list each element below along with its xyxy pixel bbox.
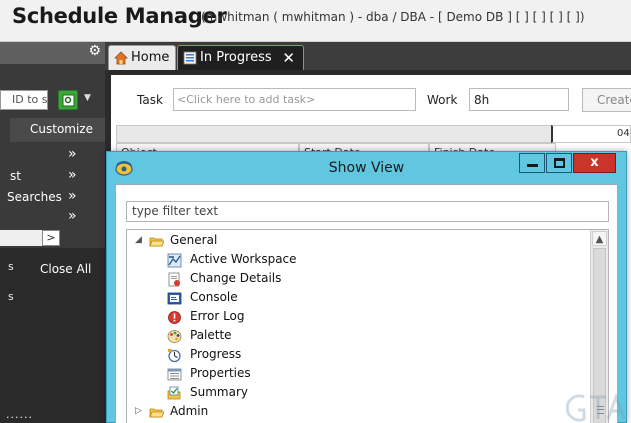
tree-node-label: General (170, 233, 218, 247)
gear-icon[interactable]: ⚙ (88, 43, 101, 59)
change-details-icon (168, 272, 180, 287)
open-folder-icon (149, 408, 164, 418)
maximize-icon (554, 158, 565, 168)
left-panel: ⚙ ID to s ▼ Customize » st » Searches » … (0, 42, 105, 423)
tab-home[interactable]: Home (108, 45, 176, 70)
task-label: Task (137, 93, 163, 107)
left-lower-text: s (8, 260, 14, 273)
left-panel-toolbar: ⚙ (0, 42, 105, 64)
grid-header-bar (116, 125, 556, 143)
tree-node-label: Admin (170, 404, 209, 418)
left-nav-item[interactable]: » (0, 208, 105, 228)
search-icon (62, 94, 75, 107)
scroll-up-icon[interactable]: ▲ (592, 231, 607, 246)
chevron-right-icon[interactable]: > (42, 230, 60, 246)
tree-item-label: Error Log (190, 309, 245, 323)
close-icon[interactable]: ✕ (282, 49, 295, 67)
close-all-button[interactable]: Close All (40, 262, 91, 276)
tree-item-label: Change Details (190, 271, 282, 285)
left-nav-item-label: st (10, 169, 21, 183)
app-header: Schedule Manager (mwhitman ( mwhitman ) … (0, 0, 631, 42)
tree-item-label: Console (190, 290, 238, 304)
console-icon (167, 292, 182, 305)
tab-home-label: Home (131, 50, 170, 65)
chevron-down-icon[interactable]: ▼ (84, 93, 91, 103)
minimize-button[interactable] (519, 153, 545, 173)
tree-item-label: Active Workspace (190, 252, 297, 266)
watermark-logo (566, 392, 626, 422)
dialog-body: type filter text ◢ General Active Worksp… (115, 184, 618, 423)
tree-item-label: Palette (190, 328, 232, 342)
collapsed-triangle-icon[interactable]: ▷ (135, 406, 145, 416)
double-chevron-right-icon[interactable]: » (68, 208, 77, 224)
work-input[interactable]: 8h (469, 88, 569, 111)
summary-icon (167, 386, 181, 400)
maximize-button[interactable] (546, 153, 572, 173)
app-title: Schedule Manager (12, 4, 227, 28)
work-label: Work (427, 93, 458, 107)
create-button[interactable]: Create (582, 88, 631, 112)
tab-strip: Home In Progress ✕ (105, 42, 631, 70)
left-nav-item[interactable]: » (0, 146, 105, 166)
tree-item-label: Summary (190, 385, 248, 399)
double-chevron-right-icon[interactable]: » (68, 167, 77, 183)
timeline-header-label: 04 (617, 128, 630, 139)
home-icon (114, 51, 128, 65)
tab-in-progress-label: In Progress (200, 50, 272, 65)
timeline-header: 04 (551, 125, 631, 143)
double-chevron-right-icon[interactable]: » (68, 188, 77, 204)
left-nav-item-label: Searches (7, 190, 62, 204)
left-nav-item-searches[interactable]: Searches » (0, 188, 105, 208)
view-tree: ◢ General Active Workspace Change Detail… (126, 229, 609, 423)
show-view-dialog: Show View x type filter text ◢ General A… (106, 151, 627, 423)
dialog-titlebar[interactable]: Show View x (107, 152, 626, 184)
expanded-triangle-icon[interactable]: ◢ (135, 235, 145, 245)
app-subtitle: (mwhitman ( mwhitman ) - dba / DBA - [ D… (201, 10, 585, 24)
customize-button[interactable]: Customize (10, 118, 105, 142)
left-lower-text: s (8, 290, 14, 303)
double-chevron-right-icon[interactable]: » (68, 146, 77, 162)
active-workspace-icon (167, 253, 182, 268)
search-input[interactable]: ID to s (0, 90, 48, 110)
left-panel-lower: s Close All s ...... (0, 248, 105, 423)
left-scroll-track (0, 230, 42, 246)
tab-in-progress[interactable]: In Progress ✕ (177, 45, 304, 70)
minimize-icon (527, 164, 538, 167)
tree-item-label: Properties (190, 366, 251, 380)
search-button[interactable] (58, 90, 78, 110)
properties-icon (167, 368, 182, 381)
close-button[interactable]: x (573, 153, 616, 173)
progress-icon (168, 349, 181, 363)
resize-handle-icon[interactable]: ...... (6, 408, 33, 421)
task-input[interactable]: <Click here to add task> (173, 88, 416, 111)
open-folder-icon (149, 237, 164, 247)
palette-icon (167, 330, 182, 343)
tree-item-label: Progress (190, 347, 242, 361)
task-list-icon (183, 51, 197, 65)
filter-input[interactable]: type filter text (126, 201, 609, 222)
error-log-icon (168, 311, 181, 324)
left-nav-item[interactable]: st » (0, 167, 105, 187)
